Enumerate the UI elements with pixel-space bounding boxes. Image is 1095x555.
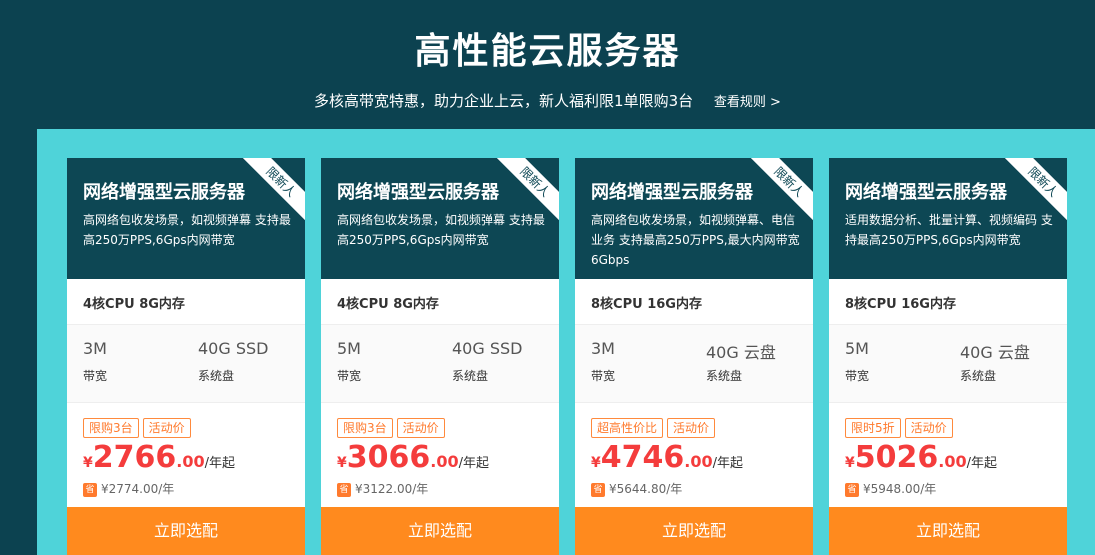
product-card: 网络增强型云服务器 高网络包收发场景，如视频弹幕 支持最高250万PPS,6Gp…	[67, 158, 305, 555]
card-params: 5M 带宽 40G 云盘 系统盘	[829, 325, 1067, 403]
disk-label: 系统盘	[960, 369, 997, 383]
card-description: 高网络包收发场景，如视频弹幕 支持最高250万PPS,6Gps内网带宽	[337, 213, 545, 247]
promo-tags: 限购3台 活动价	[337, 417, 449, 438]
price: ¥4746.00/年起	[591, 440, 743, 475]
currency-symbol: ¥	[591, 455, 601, 471]
price-integer: 3066	[346, 440, 431, 475]
original-price-text: ¥3122.00/年	[355, 482, 429, 496]
bandwidth-value: 3M	[83, 339, 107, 358]
promo-tag: 活动价	[142, 418, 191, 438]
price-unit: /年起	[712, 456, 743, 471]
promo-tag: 限购3台	[83, 418, 139, 438]
price: ¥5026.00/年起	[845, 440, 997, 475]
price: ¥3066.00/年起	[337, 440, 489, 475]
bandwidth-label: 带宽	[591, 369, 616, 383]
promo-tag: 活动价	[396, 418, 445, 438]
bandwidth-label: 带宽	[83, 369, 108, 383]
price-unit: /年起	[204, 456, 235, 471]
promo-tags: 超高性价比 活动价	[591, 417, 719, 438]
card-title: 网络增强型云服务器	[83, 182, 245, 203]
card-header: 网络增强型云服务器 适用数据分析、批量计算、视频编码 支持最高250万PPS,6…	[829, 158, 1067, 279]
select-config-button[interactable]: 立即选配	[575, 507, 813, 555]
currency-symbol: ¥	[845, 455, 855, 471]
original-price: 省 ¥3122.00/年	[337, 480, 428, 497]
disk-label: 系统盘	[198, 369, 235, 383]
bandwidth-value: 5M	[337, 339, 361, 358]
select-config-button[interactable]: 立即选配	[829, 507, 1067, 555]
product-card: 网络增强型云服务器 高网络包收发场景，如视频弹幕 支持最高250万PPS,6Gp…	[321, 158, 559, 555]
price-integer: 4746	[600, 440, 685, 475]
card-title: 网络增强型云服务器	[845, 182, 1007, 203]
cpu-memory-spec: 4核CPU 8G内存	[337, 297, 439, 312]
card-params: 5M 带宽 40G SSD 系统盘	[321, 325, 559, 403]
card-header: 网络增强型云服务器 高网络包收发场景，如视频弹幕 支持最高250万PPS,6Gp…	[321, 158, 559, 279]
promo-tag: 限时5折	[845, 418, 901, 438]
select-config-button[interactable]: 立即选配	[67, 507, 305, 555]
original-price: 省 ¥5644.80/年	[591, 480, 682, 497]
price-integer: 2766	[92, 440, 177, 475]
original-price-text: ¥5948.00/年	[863, 482, 937, 496]
currency-symbol: ¥	[337, 455, 347, 471]
promo-tags: 限购3台 活动价	[83, 417, 195, 438]
price-decimal: .00	[430, 452, 459, 471]
product-card: 网络增强型云服务器 高网络包收发场景，如视频弹幕、电信业务 支持最高250万PP…	[575, 158, 813, 555]
select-config-button[interactable]: 立即选配	[321, 507, 559, 555]
price-unit: /年起	[966, 456, 997, 471]
cpu-memory-spec: 4核CPU 8G内存	[83, 297, 185, 312]
disk-value: 40G SSD	[452, 339, 523, 358]
page-title: 高性能云服务器	[414, 31, 681, 72]
card-header: 网络增强型云服务器 高网络包收发场景，如视频弹幕、电信业务 支持最高250万PP…	[575, 158, 813, 279]
disk-value: 40G 云盘	[706, 343, 776, 362]
card-spec-row: 8核CPU 16G内存	[829, 279, 1067, 325]
price: ¥2766.00/年起	[83, 440, 235, 475]
promo-tag: 限购3台	[337, 418, 393, 438]
card-spec-row: 4核CPU 8G内存	[321, 279, 559, 325]
card-description: 高网络包收发场景，如视频弹幕 支持最高250万PPS,6Gps内网带宽	[83, 213, 291, 247]
cpu-memory-spec: 8核CPU 16G内存	[845, 297, 956, 312]
save-icon: 省	[83, 482, 97, 497]
bandwidth-value: 3M	[591, 339, 615, 358]
price-decimal: .00	[176, 452, 205, 471]
bandwidth-label: 带宽	[337, 369, 362, 383]
card-params: 3M 带宽 40G 云盘 系统盘	[575, 325, 813, 403]
promo-tag: 活动价	[904, 418, 953, 438]
price-unit: /年起	[458, 456, 489, 471]
product-card: 网络增强型云服务器 适用数据分析、批量计算、视频编码 支持最高250万PPS,6…	[829, 158, 1067, 555]
card-params: 3M 带宽 40G SSD 系统盘	[67, 325, 305, 403]
disk-value: 40G SSD	[198, 339, 269, 358]
bandwidth-label: 带宽	[845, 369, 870, 383]
price-decimal: .00	[684, 452, 713, 471]
original-price: 省 ¥5948.00/年	[845, 480, 936, 497]
card-spec-row: 8核CPU 16G内存	[575, 279, 813, 325]
hero-banner: 高性能云服务器 多核高带宽特惠，助力企业上云，新人福利限1单限购3台 查看规则 …	[0, 0, 1095, 130]
card-description: 适用数据分析、批量计算、视频编码 支持最高250万PPS,6Gps内网带宽	[845, 213, 1053, 247]
hero-subtitle-text: 多核高带宽特惠，助力企业上云，新人福利限1单限购3台	[314, 92, 694, 110]
card-title: 网络增强型云服务器	[591, 182, 753, 203]
currency-symbol: ¥	[83, 455, 93, 471]
promo-tag: 活动价	[667, 418, 716, 438]
price-integer: 5026	[854, 440, 939, 475]
view-rules-link[interactable]: 查看规则 >	[714, 95, 781, 110]
card-spec-row: 4核CPU 8G内存	[67, 279, 305, 325]
bandwidth-value: 5M	[845, 339, 869, 358]
card-title: 网络增强型云服务器	[337, 182, 499, 203]
card-header: 网络增强型云服务器 高网络包收发场景，如视频弹幕 支持最高250万PPS,6Gp…	[67, 158, 305, 279]
hero-subtitle: 多核高带宽特惠，助力企业上云，新人福利限1单限购3台 查看规则 >	[0, 90, 1095, 111]
card-description: 高网络包收发场景，如视频弹幕、电信业务 支持最高250万PPS,最大内网带宽 6…	[591, 213, 800, 267]
original-price: 省 ¥2774.00/年	[83, 480, 174, 497]
save-icon: 省	[337, 482, 351, 497]
cpu-memory-spec: 8核CPU 16G内存	[591, 297, 702, 312]
disk-label: 系统盘	[452, 369, 489, 383]
original-price-text: ¥2774.00/年	[101, 482, 175, 496]
price-decimal: .00	[938, 452, 967, 471]
disk-value: 40G 云盘	[960, 343, 1030, 362]
save-icon: 省	[591, 482, 605, 497]
promo-tags: 限时5折 活动价	[845, 417, 957, 438]
promo-tag: 超高性价比	[591, 418, 664, 438]
original-price-text: ¥5644.80/年	[609, 482, 683, 496]
disk-label: 系统盘	[706, 369, 743, 383]
save-icon: 省	[845, 482, 859, 497]
